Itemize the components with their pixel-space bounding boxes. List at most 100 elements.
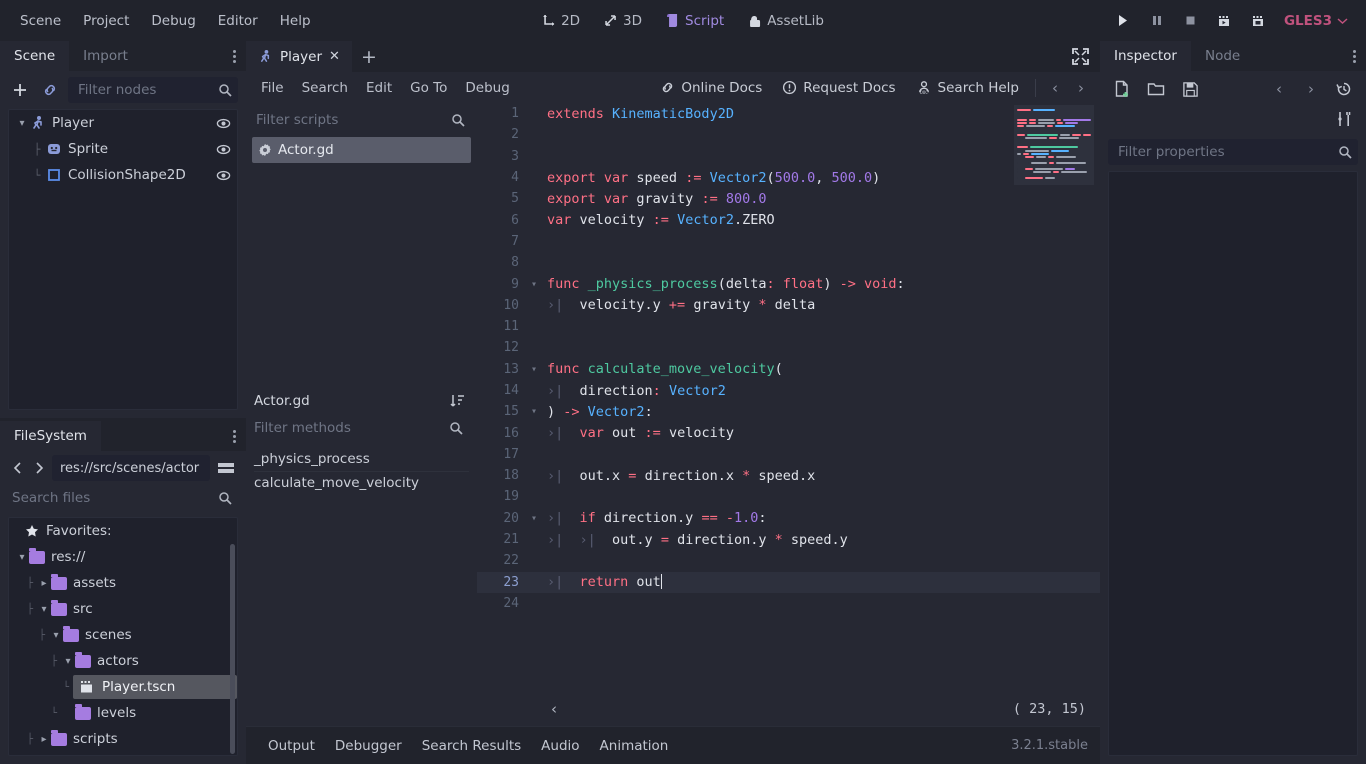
filter-scripts-input[interactable]: Filter scripts [252,107,471,133]
code-line[interactable]: 22 [477,550,1100,571]
stop-button[interactable] [1176,8,1206,34]
scene-tree[interactable]: ▾ Player ├ Sprite └ CollisionShape2D [8,109,238,410]
filesystem-row-res[interactable]: ▾ res:// [9,544,237,570]
visibility-toggle-player[interactable] [216,116,231,131]
chevron-down-icon[interactable]: ▾ [49,630,63,641]
visibility-toggle-sprite[interactable] [216,142,231,157]
code-line[interactable]: 19 [477,486,1100,507]
chevron-right-icon[interactable]: ▸ [37,734,51,745]
scene-tree-row-sprite[interactable]: ├ Sprite [9,136,237,162]
pause-button[interactable] [1142,8,1172,34]
script-menu-goto[interactable]: Go To [401,76,456,100]
script-menu-file[interactable]: File [252,76,293,100]
code-line[interactable]: 4 export var speed := Vector2(500.0, 500.… [477,167,1100,188]
fold-chevron-down-icon[interactable]: ▾ [527,406,541,417]
code-line[interactable]: 6 var velocity := Vector2.ZERO [477,209,1100,230]
object-tools-button[interactable] [1332,107,1356,131]
chevron-down-icon[interactable]: ▾ [15,552,29,563]
menu-project[interactable]: Project [73,9,139,33]
tab-scene[interactable]: Scene [0,41,70,71]
code-line[interactable]: 15 ▾) -> Vector2: [477,401,1100,422]
code-line[interactable]: 2 [477,124,1100,145]
code-line[interactable]: 14 ›| direction: Vector2 [477,380,1100,401]
mode-2d-button[interactable]: 2D [533,9,589,33]
distraction-free-button[interactable] [1066,41,1100,72]
code-line[interactable]: 1 extends KinematicBody2D [477,103,1100,124]
add-scene-button[interactable]: + [352,41,386,72]
script-menu-search[interactable]: Search [293,76,357,100]
chevron-down-icon[interactable]: ▾ [61,656,75,667]
code-line[interactable]: 20 ▾ ›| if direction.y == -1.0: [477,508,1100,529]
filesystem-row-assets[interactable]: ├ ▸ assets [9,570,237,596]
mode-assetlib-button[interactable]: AssetLib [739,9,833,33]
code-line[interactable]: 17 [477,444,1100,465]
filesystem-row-favorites[interactable]: Favorites: [9,518,237,544]
tab-filesystem[interactable]: FileSystem [0,421,101,451]
inspector-dock-menu-button[interactable] [1342,41,1366,71]
close-icon[interactable]: ✕ [329,49,340,64]
mode-script-button[interactable]: Script [657,9,733,33]
code-line[interactable]: 5 export var gravity := 800.0 [477,188,1100,209]
menu-scene[interactable]: Scene [10,9,71,33]
filesystem-row-player-tscn[interactable]: └ Player.tscn [9,674,237,700]
play-scene-button[interactable] [1210,8,1240,34]
filter-properties-input[interactable]: Filter properties [1108,139,1358,165]
request-docs-button[interactable]: Request Docs [774,77,903,99]
script-list-item-actor-gd[interactable]: Actor.gd [252,137,471,163]
mode-3d-button[interactable]: 3D [595,9,651,33]
inspector-history-forward-button[interactable]: › [1300,77,1322,101]
renderer-selector[interactable]: GLES3 [1278,10,1354,32]
bottom-panel-audio[interactable]: Audio [531,734,589,758]
filesystem-split-mode-button[interactable] [214,456,238,480]
menu-help[interactable]: Help [270,9,321,33]
play-custom-scene-button[interactable] [1244,8,1274,34]
code-line[interactable]: 12 [477,337,1100,358]
filesystem-dock-menu-button[interactable] [222,421,246,451]
collapse-panel-button[interactable]: ‹ [551,700,557,718]
filesystem-row-src[interactable]: ├ ▾ src [9,596,237,622]
save-resource-button[interactable] [1178,77,1202,101]
menu-debug[interactable]: Debug [141,9,205,33]
visibility-toggle-collisionshape2d[interactable] [216,168,231,183]
fold-chevron-down-icon[interactable]: ▾ [527,513,541,524]
scene-tab-player[interactable]: Player ✕ [246,41,352,72]
filter-nodes-input[interactable]: Filter nodes [68,77,238,103]
filesystem-scrollbar[interactable] [230,544,235,754]
code-line[interactable]: 23 ›| return out [477,571,1100,593]
function-item-physics-process[interactable]: _physics_process [254,447,469,471]
filesystem-path-input[interactable]: res://src/scenes/actor [52,455,210,481]
chevron-down-icon[interactable]: ▾ [37,604,51,615]
inspector-history-back-button[interactable]: ‹ [1268,77,1290,101]
inspector-history-button[interactable] [1332,77,1356,101]
tab-inspector[interactable]: Inspector [1100,41,1191,71]
script-history-back-button[interactable]: ‹ [1044,76,1066,100]
filesystem-back-button[interactable] [8,456,26,480]
inspector-properties-area[interactable] [1108,171,1358,756]
script-history-forward-button[interactable]: › [1070,76,1092,100]
tab-import[interactable]: Import [69,41,142,71]
scene-tree-row-player[interactable]: ▾ Player [9,110,237,136]
filter-methods-input[interactable]: Filter methods [254,415,469,441]
chevron-down-icon[interactable]: ▾ [15,118,29,129]
code-line[interactable]: 21 ›| ›| out.y = direction.y * speed.y [477,529,1100,550]
chevron-right-icon[interactable]: ▸ [37,578,51,589]
fold-chevron-down-icon[interactable]: ▾ [527,364,541,375]
search-help-button[interactable]: DOC Search Help [908,77,1027,99]
function-item-calculate-move-velocity[interactable]: calculate_move_velocity [254,470,469,495]
code-minimap[interactable] [1014,105,1094,185]
instance-scene-button[interactable] [38,78,62,102]
new-resource-button[interactable] [1110,77,1134,101]
code-line[interactable]: 8 [477,252,1100,273]
filesystem-row-levels[interactable]: └ levels [9,700,237,726]
script-menu-edit[interactable]: Edit [357,76,401,100]
filesystem-tree[interactable]: Favorites: ▾ res:// ├ ▸ assets ├ ▾ src ├… [8,517,238,756]
filesystem-row-default-env[interactable]: └ default_env.tres [9,752,237,755]
code-line[interactable]: 9 ▾ func _physics_process(delta: float) ->… [477,273,1100,294]
code-line[interactable]: 16 ›| var out := velocity [477,422,1100,443]
bottom-panel-debugger[interactable]: Debugger [325,734,412,758]
search-files-input[interactable]: Search files [8,485,238,511]
online-docs-button[interactable]: Online Docs [652,77,770,99]
bottom-panel-output[interactable]: Output [258,734,325,758]
script-menu-debug[interactable]: Debug [456,76,518,100]
load-resource-button[interactable] [1144,77,1168,101]
